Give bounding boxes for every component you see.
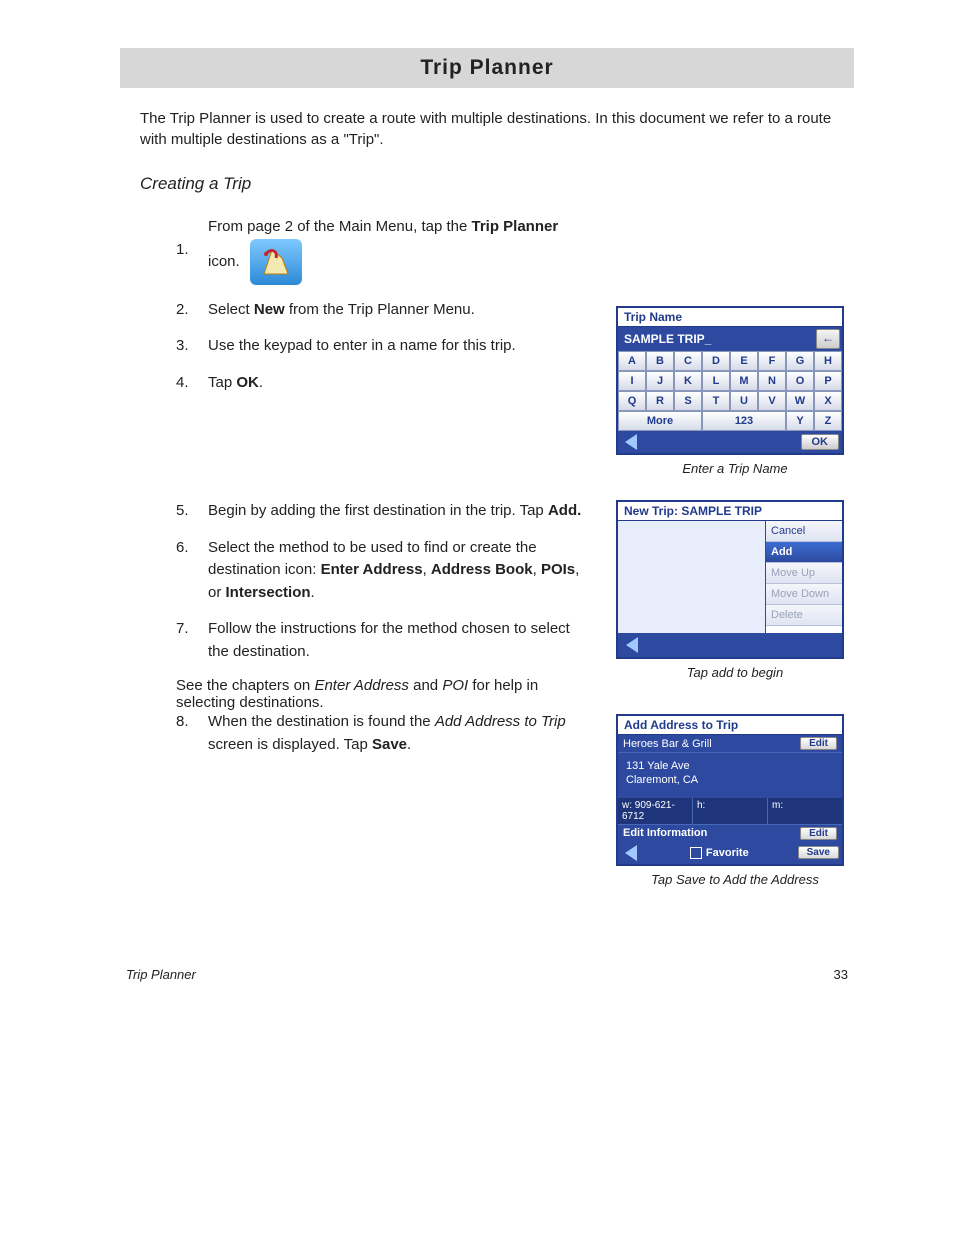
- step-num-3: 3.: [176, 335, 208, 358]
- step-num-1: 1.: [176, 239, 208, 262]
- add-button[interactable]: Add: [766, 542, 842, 563]
- save-button[interactable]: Save: [798, 846, 839, 859]
- keypad-title: Trip Name: [618, 308, 842, 327]
- intro-text: The Trip Planner is used to create a rou…: [140, 108, 834, 150]
- keypad-caption: Enter a Trip Name: [616, 461, 854, 476]
- newtrip-caption: Tap add to begin: [616, 665, 854, 680]
- key-d[interactable]: D: [702, 351, 730, 371]
- key-w[interactable]: W: [786, 391, 814, 411]
- delete-button[interactable]: Delete: [766, 605, 842, 626]
- step-1: From page 2 of the Main Menu, tap the Tr…: [208, 216, 588, 285]
- footer-label: Trip Planner: [126, 967, 196, 982]
- edit-info-button[interactable]: Edit: [800, 827, 837, 840]
- key-x[interactable]: X: [814, 391, 842, 411]
- key-i[interactable]: I: [618, 371, 646, 391]
- key-o[interactable]: O: [786, 371, 814, 391]
- step-8: When the destination is found the Add Ad…: [208, 711, 588, 756]
- move-down-button[interactable]: Move Down: [766, 584, 842, 605]
- newtrip-title: New Trip: SAMPLE TRIP: [618, 502, 842, 521]
- step-num-7: 7.: [176, 618, 208, 663]
- page-number: 33: [834, 967, 848, 982]
- favorite-toggle[interactable]: Favorite: [645, 847, 794, 859]
- newtrip-screenshot: New Trip: SAMPLE TRIP Cancel Add Move Up…: [616, 500, 844, 659]
- key-l[interactable]: L: [702, 371, 730, 391]
- key-c[interactable]: C: [674, 351, 702, 371]
- keypad-screenshot: Trip Name SAMPLE TRIP_ ← A B C D E F G H…: [616, 306, 844, 455]
- keypad-input[interactable]: SAMPLE TRIP_: [620, 330, 816, 348]
- page-title: Trip Planner: [120, 48, 854, 88]
- key-p[interactable]: P: [814, 371, 842, 391]
- key-more[interactable]: More: [618, 411, 702, 431]
- step-3: Use the keypad to enter in a name for th…: [208, 335, 588, 358]
- subheading: Creating a Trip: [140, 174, 854, 194]
- step-num-4: 4.: [176, 372, 208, 395]
- step-2: Select New from the Trip Planner Menu.: [208, 299, 588, 322]
- key-b[interactable]: B: [646, 351, 674, 371]
- key-g[interactable]: G: [786, 351, 814, 371]
- phone-work: w: 909-621-6712: [618, 798, 693, 824]
- addaddr-title: Add Address to Trip: [618, 716, 842, 735]
- trip-planner-icon: [250, 239, 302, 285]
- edit-place-button[interactable]: Edit: [800, 737, 837, 750]
- ok-button[interactable]: OK: [801, 434, 840, 450]
- checkbox-icon: [690, 847, 702, 859]
- key-123[interactable]: 123: [702, 411, 786, 431]
- key-e[interactable]: E: [730, 351, 758, 371]
- key-a[interactable]: A: [618, 351, 646, 371]
- key-n[interactable]: N: [758, 371, 786, 391]
- step-6: Select the method to be used to find or …: [208, 537, 588, 605]
- back-arrow-icon[interactable]: [626, 637, 638, 653]
- step-7: Follow the instructions for the method c…: [208, 618, 588, 663]
- newtrip-list: [618, 521, 765, 633]
- addaddr-screenshot: Add Address to Trip Heroes Bar & Grill E…: [616, 714, 844, 866]
- back-arrow-icon[interactable]: [625, 434, 637, 450]
- step-num-2: 2.: [176, 299, 208, 322]
- move-up-button[interactable]: Move Up: [766, 563, 842, 584]
- key-f[interactable]: F: [758, 351, 786, 371]
- key-q[interactable]: Q: [618, 391, 646, 411]
- step-num-8: 8.: [176, 711, 208, 756]
- key-k[interactable]: K: [674, 371, 702, 391]
- phone-mobile: m:: [768, 798, 842, 824]
- step-5: Begin by adding the first destination in…: [208, 500, 588, 523]
- cancel-button[interactable]: Cancel: [766, 521, 842, 542]
- address-block: 131 Yale Ave Claremont, CA: [618, 752, 842, 798]
- key-u[interactable]: U: [730, 391, 758, 411]
- key-s[interactable]: S: [674, 391, 702, 411]
- key-j[interactable]: J: [646, 371, 674, 391]
- step-num-5: 5.: [176, 500, 208, 523]
- key-z[interactable]: Z: [814, 411, 842, 431]
- back-arrow-icon[interactable]: [625, 845, 637, 861]
- step-num-6: 6.: [176, 537, 208, 605]
- place-name: Heroes Bar & Grill: [623, 738, 800, 750]
- key-y[interactable]: Y: [786, 411, 814, 431]
- edit-info-label: Edit Information: [623, 827, 800, 839]
- key-m[interactable]: M: [730, 371, 758, 391]
- addaddr-caption: Tap Save to Add the Address: [616, 872, 854, 887]
- key-r[interactable]: R: [646, 391, 674, 411]
- key-h[interactable]: H: [814, 351, 842, 371]
- key-v[interactable]: V: [758, 391, 786, 411]
- step-4: Tap OK.: [208, 372, 588, 395]
- phone-home: h:: [693, 798, 768, 824]
- keypad: A B C D E F G H I J K L M N O P Q: [618, 351, 842, 431]
- step-7-note: See the chapters on Enter Address and PO…: [176, 677, 588, 711]
- backspace-button[interactable]: ←: [816, 329, 840, 349]
- key-t[interactable]: T: [702, 391, 730, 411]
